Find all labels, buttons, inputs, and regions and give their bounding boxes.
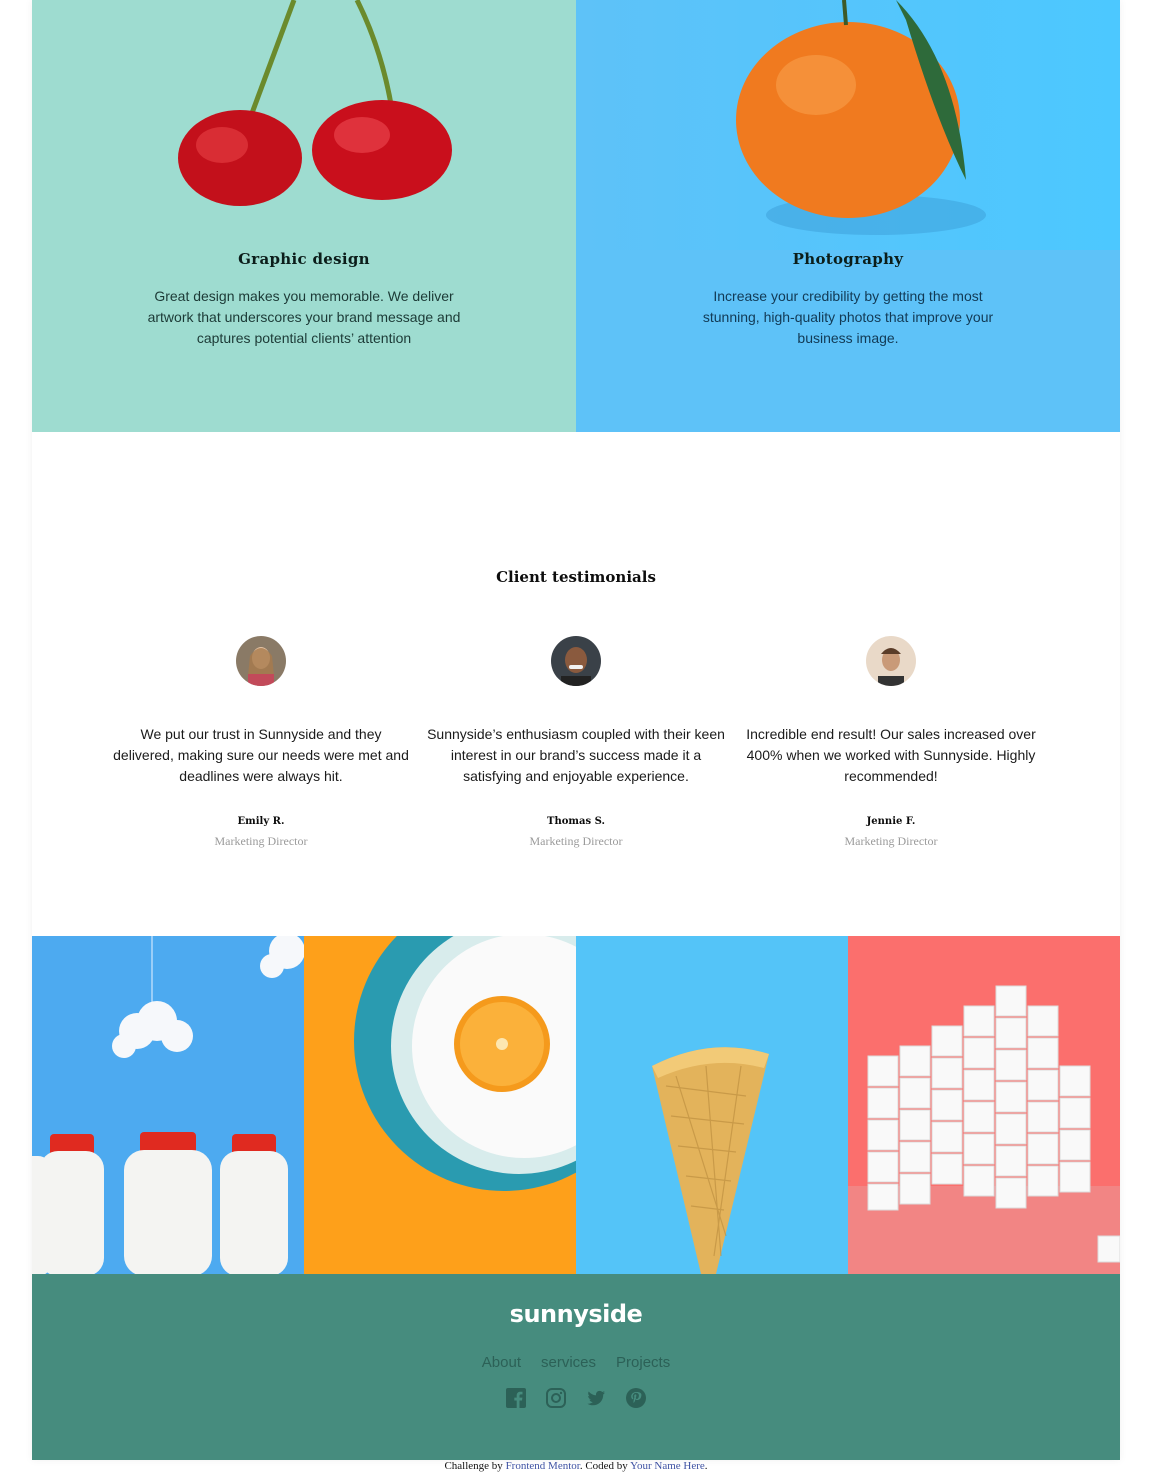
milk-bottles-image	[32, 936, 304, 1274]
service-text: Increase your credibility by getting the…	[702, 288, 994, 346]
pinterest-icon[interactable]	[626, 1388, 646, 1408]
attribution-suffix: .	[704, 1460, 708, 1472]
footer-logo[interactable]: sunnyside	[32, 1300, 1120, 1328]
services-section: Graphic design Great design makes you me…	[32, 0, 1120, 432]
footer-nav: About services Projects	[32, 1354, 1120, 1371]
service-photography: Photography Increase your credibility by…	[576, 0, 1120, 432]
testimonial-role: Marketing Director	[844, 834, 938, 848]
testimonial-name: Jennie F.	[866, 816, 916, 827]
cherries-image	[32, 0, 576, 250]
frontend-mentor-link[interactable]: Frontend Mentor	[506, 1460, 580, 1472]
footer-link-services[interactable]: services	[541, 1354, 596, 1371]
avatar	[236, 636, 286, 686]
ice-cream-cone-image	[576, 936, 848, 1274]
testimonial-role: Marketing Director	[214, 834, 308, 848]
avatar	[866, 636, 916, 686]
testimonials-section: Client testimonials We put our trust in …	[32, 432, 1120, 936]
testimonials-heading: Client testimonials	[496, 568, 656, 586]
testimonial-card: We put our trust in Sunnyside and they d…	[109, 636, 413, 848]
gallery-section	[32, 936, 1120, 1274]
avatar	[551, 636, 601, 686]
footer: sunnyside About services Projects	[32, 1274, 1120, 1460]
twitter-icon[interactable]	[586, 1388, 606, 1408]
orange-plate-image	[304, 936, 576, 1274]
attribution-middle: . Coded by	[579, 1460, 628, 1472]
sugar-cubes-image	[848, 936, 1120, 1274]
facebook-icon[interactable]	[506, 1388, 526, 1408]
testimonial-card: Sunnyside’s enthusiasm coupled with thei…	[424, 636, 728, 848]
testimonial-name: Emily R.	[237, 816, 285, 827]
attribution-prefix: Challenge by	[444, 1460, 503, 1472]
testimonial-quote: We put our trust in Sunnyside and they d…	[113, 726, 409, 784]
service-graphic-design: Graphic design Great design makes you me…	[32, 0, 576, 432]
service-title: Graphic design	[238, 250, 370, 268]
author-link[interactable]: Your Name Here	[630, 1460, 705, 1472]
social-links	[32, 1388, 1120, 1408]
testimonial-quote: Sunnyside’s enthusiasm coupled with thei…	[427, 726, 725, 784]
page: Graphic design Great design makes you me…	[32, 0, 1120, 1460]
service-text: Great design makes you memorable. We del…	[147, 288, 461, 346]
attribution: Challenge by Frontend Mentor. Coded by Y…	[0, 1460, 1152, 1473]
testimonial-name: Thomas S.	[547, 816, 605, 827]
instagram-icon[interactable]	[546, 1388, 566, 1408]
service-title: Photography	[792, 250, 904, 268]
testimonial-role: Marketing Director	[529, 834, 623, 848]
testimonial-card: Incredible end result! Our sales increas…	[739, 636, 1043, 848]
orange-image	[576, 0, 1120, 250]
footer-link-projects[interactable]: Projects	[616, 1354, 670, 1371]
footer-link-about[interactable]: About	[482, 1354, 521, 1371]
testimonial-quote: Incredible end result! Our sales increas…	[746, 726, 1036, 784]
